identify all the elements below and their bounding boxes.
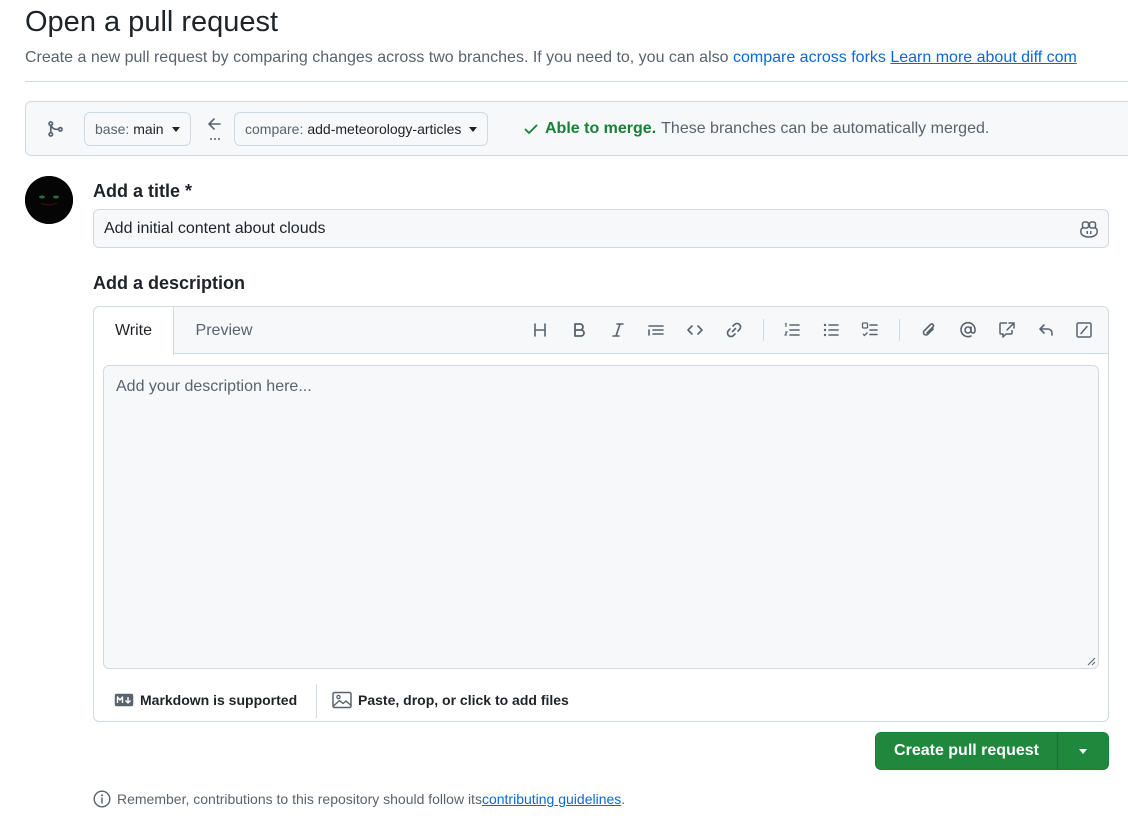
chevron-down-icon <box>171 126 180 132</box>
description-label: Add a description <box>93 273 246 293</box>
editor-footer: Markdown is supported Paste, drop, or cl… <box>94 677 1108 723</box>
note-text: Remember, contributions to this reposito… <box>117 791 482 807</box>
create-pull-request-button[interactable]: Create pull request <box>876 733 1058 769</box>
numbered-list-icon[interactable] <box>782 320 802 340</box>
chevron-down-icon <box>469 126 478 132</box>
bulleted-list-icon[interactable] <box>821 320 841 340</box>
markdown-note: Markdown is supported <box>140 692 298 708</box>
title-input-value: Add initial content about clouds <box>104 219 326 237</box>
chevron-down-icon <box>1079 748 1087 754</box>
reply-icon[interactable] <box>1036 320 1056 340</box>
image-icon <box>332 691 352 709</box>
quote-icon[interactable] <box>646 320 666 340</box>
compare-prefix: compare: <box>245 121 304 137</box>
markdown-icon <box>114 693 134 707</box>
toolbar-divider <box>763 319 764 341</box>
compare-forks-link[interactable]: compare across forks <box>733 49 886 66</box>
italic-icon[interactable] <box>608 320 628 340</box>
attach-icon[interactable] <box>919 320 939 340</box>
avatar-image <box>25 176 73 224</box>
base-prefix: base: <box>95 121 130 137</box>
base-branch-name: main <box>133 121 164 137</box>
page-subtitle: Create a new pull request by comparing c… <box>25 49 1077 67</box>
cross-reference-icon[interactable] <box>997 320 1017 340</box>
task-list-icon[interactable] <box>860 320 880 340</box>
footer-divider <box>316 684 317 718</box>
copilot-icon[interactable] <box>1079 220 1099 238</box>
toolbar-divider <box>899 319 900 341</box>
arrow-left-icon <box>208 118 221 140</box>
contribution-note: Remember, contributions to this reposito… <box>93 790 625 808</box>
description-editor: Write Preview Add your description here.… <box>93 306 1109 722</box>
merge-ok-text: Able to merge. <box>545 120 657 137</box>
check-icon <box>524 124 538 134</box>
required-mark: * <box>185 181 193 201</box>
bold-icon[interactable] <box>569 320 589 340</box>
tab-write[interactable]: Write <box>94 307 174 355</box>
subtitle-text: Create a new pull request by comparing c… <box>25 49 733 66</box>
compare-icon <box>48 121 63 137</box>
title-label-text: Add a title <box>93 181 181 201</box>
title-label: Add a title * <box>93 181 192 202</box>
learn-more-link[interactable]: Learn more about diff com <box>890 49 1076 66</box>
contributing-guidelines-link[interactable]: contributing guidelines <box>482 791 621 807</box>
markdown-support-link[interactable]: Markdown is supported <box>114 677 297 723</box>
title-input[interactable]: Add initial content about clouds <box>93 209 1109 248</box>
link-icon[interactable] <box>724 320 744 340</box>
attach-note: Paste, drop, or click to add files <box>358 692 569 708</box>
branch-range-bar: base: main compare: add-meteorology-arti… <box>25 101 1128 156</box>
tab-preview[interactable]: Preview <box>179 307 269 355</box>
description-placeholder: Add your description here... <box>116 378 312 395</box>
heading-icon[interactable] <box>530 320 550 340</box>
compare-branch-select[interactable]: compare: add-meteorology-articles <box>234 112 489 146</box>
info-icon <box>93 790 111 808</box>
description-textarea[interactable]: Add your description here... <box>103 365 1099 669</box>
slash-command-icon[interactable] <box>1074 320 1094 340</box>
page-title: Open a pull request <box>25 6 279 38</box>
header-divider <box>25 81 1128 82</box>
code-icon[interactable] <box>685 320 705 340</box>
mention-icon[interactable] <box>958 320 978 340</box>
note-end: . <box>621 791 626 807</box>
merge-detail-text: These branches can be automatically merg… <box>661 120 990 137</box>
attach-files-button[interactable]: Paste, drop, or click to add files <box>332 677 569 723</box>
compare-branch-name: add-meteorology-articles <box>307 121 462 137</box>
create-options-dropdown[interactable] <box>1058 733 1108 769</box>
create-pull-request-split-button: Create pull request <box>875 732 1109 770</box>
avatar[interactable] <box>25 176 73 224</box>
resize-handle-icon[interactable] <box>1087 657 1096 666</box>
merge-status: Able to merge. These branches can be aut… <box>523 120 989 138</box>
base-branch-select[interactable]: base: main <box>84 112 191 146</box>
